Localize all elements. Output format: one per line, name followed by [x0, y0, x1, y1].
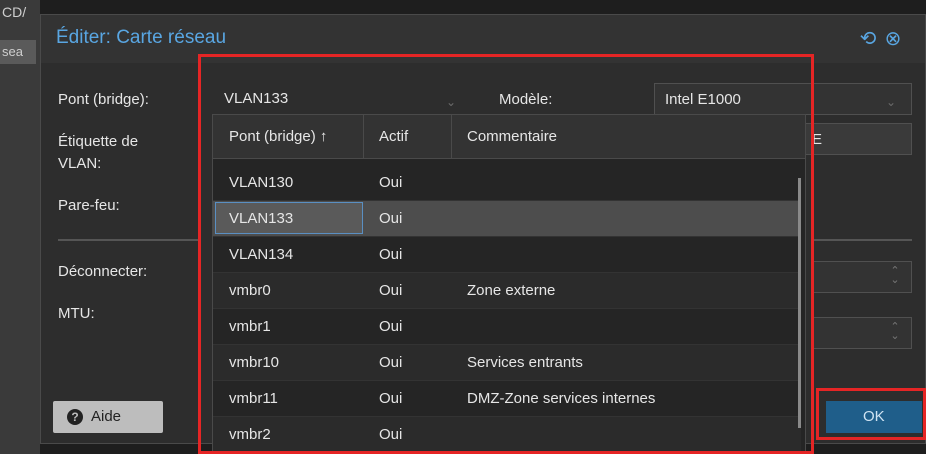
help-icon: ? [67, 409, 83, 425]
firewall-label: Pare-feu: [58, 197, 120, 214]
bridge-label: Pont (bridge): [58, 91, 149, 108]
dialog-title: Éditer: Carte réseau [56, 27, 227, 48]
help-button[interactable]: ? Aide [53, 401, 163, 433]
background-panel: CD/ sea [0, 0, 40, 454]
help-label: Aide [91, 408, 122, 425]
highlight-box-ok [816, 388, 926, 440]
divider [58, 239, 198, 241]
chevron-down-icon[interactable]: ⌄ [886, 95, 896, 109]
divider [811, 239, 912, 241]
background-text: CD/ [2, 4, 27, 20]
close-icon[interactable]: ⊗ [883, 29, 903, 49]
reset-icon[interactable]: ⟲ [858, 29, 878, 49]
vlan-tag-label: Étiquette de VLAN: [58, 133, 139, 172]
mac-address-field[interactable]: E [801, 123, 912, 155]
spinner-arrows-icon[interactable]: ⌃ ⌄ [888, 266, 902, 286]
spinner-arrows-icon[interactable]: ⌃ ⌄ [888, 322, 902, 342]
background-search-field: sea [0, 40, 36, 64]
highlight-box-dropdown [198, 54, 814, 454]
disconnect-label: Déconnecter: [58, 263, 148, 280]
mtu-label: MTU: [58, 305, 95, 322]
